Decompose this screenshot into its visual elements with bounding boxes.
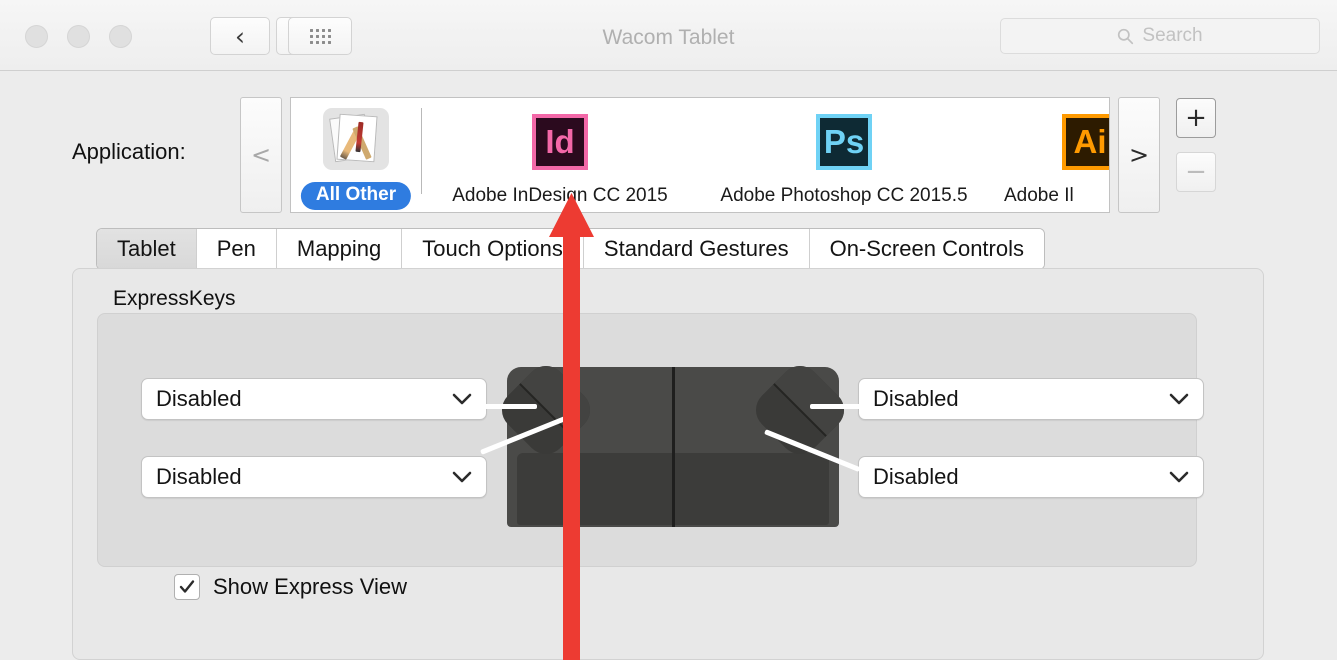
app-item-illustrator[interactable]: Ai Adobe Il bbox=[990, 98, 1109, 212]
search-icon bbox=[1118, 28, 1134, 44]
search-placeholder: Search bbox=[1142, 25, 1203, 46]
tab-on-screen-controls[interactable]: On-Screen Controls bbox=[809, 229, 1044, 269]
chevron-down-icon bbox=[452, 393, 472, 405]
application-list[interactable]: All Other Id Adobe InDesign CC 2015 Ps A… bbox=[290, 97, 1110, 213]
show-express-view-row[interactable]: Show Express View bbox=[174, 574, 407, 600]
expresskey-dropdown-bottom-left[interactable]: Disabled bbox=[141, 456, 487, 498]
search-field[interactable]: Search bbox=[1000, 18, 1320, 54]
tablet-diagram bbox=[480, 357, 864, 527]
expresskeys-group-box: Disabled Disabled Disabled Disabled Show… bbox=[97, 313, 1204, 600]
show-express-view-checkbox[interactable] bbox=[174, 574, 200, 600]
show-express-view-label: Show Express View bbox=[213, 574, 408, 599]
tab-bar: Tablet Pen Mapping Touch Options Standar… bbox=[96, 228, 1045, 270]
remove-application-button[interactable]: − bbox=[1176, 152, 1216, 192]
window-titlebar: ‹ › Wacom Tablet Search bbox=[0, 0, 1337, 71]
dropdown-value: Disabled bbox=[156, 386, 242, 411]
scroll-right-button[interactable]: > bbox=[1118, 97, 1160, 213]
tab-content-pane: ExpressKeys Disabled Disabled Disabled D… bbox=[72, 268, 1264, 660]
scroll-left-button[interactable]: < bbox=[240, 97, 282, 213]
chevron-down-icon bbox=[1169, 393, 1189, 405]
application-selector-row: Application: < All Other Id Adobe InDesi… bbox=[0, 71, 1337, 216]
leader-line-top-right bbox=[810, 404, 864, 409]
dropdown-value: Disabled bbox=[873, 386, 959, 411]
leader-line-top-left bbox=[483, 404, 537, 409]
application-label: Application: bbox=[72, 139, 186, 164]
wacom-tablet-preferences-window: ‹ › Wacom Tablet Search Application: < bbox=[0, 0, 1337, 660]
expresskey-dropdown-top-left[interactable]: Disabled bbox=[141, 378, 487, 420]
app-item-label: Adobe InDesign CC 2015 bbox=[452, 185, 668, 206]
dropdown-value: Disabled bbox=[873, 464, 959, 489]
dropdown-value: Disabled bbox=[156, 464, 242, 489]
illustrator-icon: Ai bbox=[1062, 114, 1109, 170]
expresskeys-group-label: ExpressKeys bbox=[113, 287, 236, 310]
photoshop-icon: Ps bbox=[816, 114, 872, 170]
applications-folder-icon bbox=[323, 108, 389, 170]
app-item-label: Adobe Il bbox=[1004, 185, 1074, 206]
chevron-down-icon bbox=[452, 471, 472, 483]
expresskey-dropdown-bottom-right[interactable]: Disabled bbox=[858, 456, 1204, 498]
tab-touch-options[interactable]: Touch Options bbox=[402, 229, 584, 269]
expresskey-dropdown-top-right[interactable]: Disabled bbox=[858, 378, 1204, 420]
app-item-photoshop[interactable]: Ps Adobe Photoshop CC 2015.5 bbox=[698, 98, 990, 212]
tab-mapping[interactable]: Mapping bbox=[276, 229, 403, 269]
add-application-button[interactable]: + bbox=[1176, 98, 1216, 138]
app-item-label: Adobe Photoshop CC 2015.5 bbox=[720, 185, 968, 206]
indesign-icon: Id bbox=[532, 114, 588, 170]
chevron-down-icon bbox=[1169, 471, 1189, 483]
app-item-badge: All Other bbox=[300, 182, 412, 210]
tab-standard-gestures[interactable]: Standard Gestures bbox=[583, 229, 810, 269]
checkmark-icon bbox=[179, 580, 195, 593]
app-item-all-other[interactable]: All Other bbox=[291, 98, 421, 212]
tab-tablet[interactable]: Tablet bbox=[97, 229, 197, 269]
tab-pen[interactable]: Pen bbox=[196, 229, 277, 269]
app-item-indesign[interactable]: Id Adobe InDesign CC 2015 bbox=[422, 98, 698, 212]
